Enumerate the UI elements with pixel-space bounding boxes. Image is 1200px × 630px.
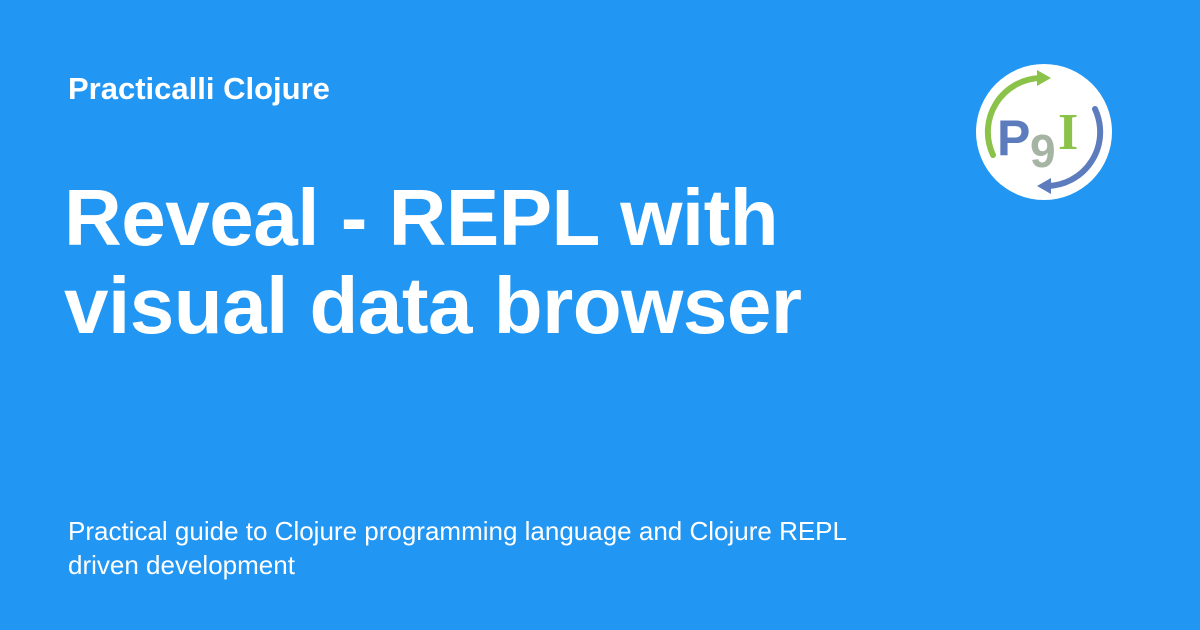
social-card: Practicalli Clojure Reveal - REPL with v… bbox=[0, 0, 1200, 630]
svg-text:P: P bbox=[997, 110, 1030, 166]
practicalli-logo-icon: P 9 I bbox=[976, 64, 1112, 200]
page-description: Practical guide to Clojure programming l… bbox=[68, 516, 847, 580]
site-name: Practicalli Clojure bbox=[68, 71, 330, 106]
page-title: Reveal - REPL with visual data browser bbox=[64, 173, 802, 350]
svg-text:I: I bbox=[1058, 104, 1078, 161]
svg-text:9: 9 bbox=[1030, 125, 1056, 177]
